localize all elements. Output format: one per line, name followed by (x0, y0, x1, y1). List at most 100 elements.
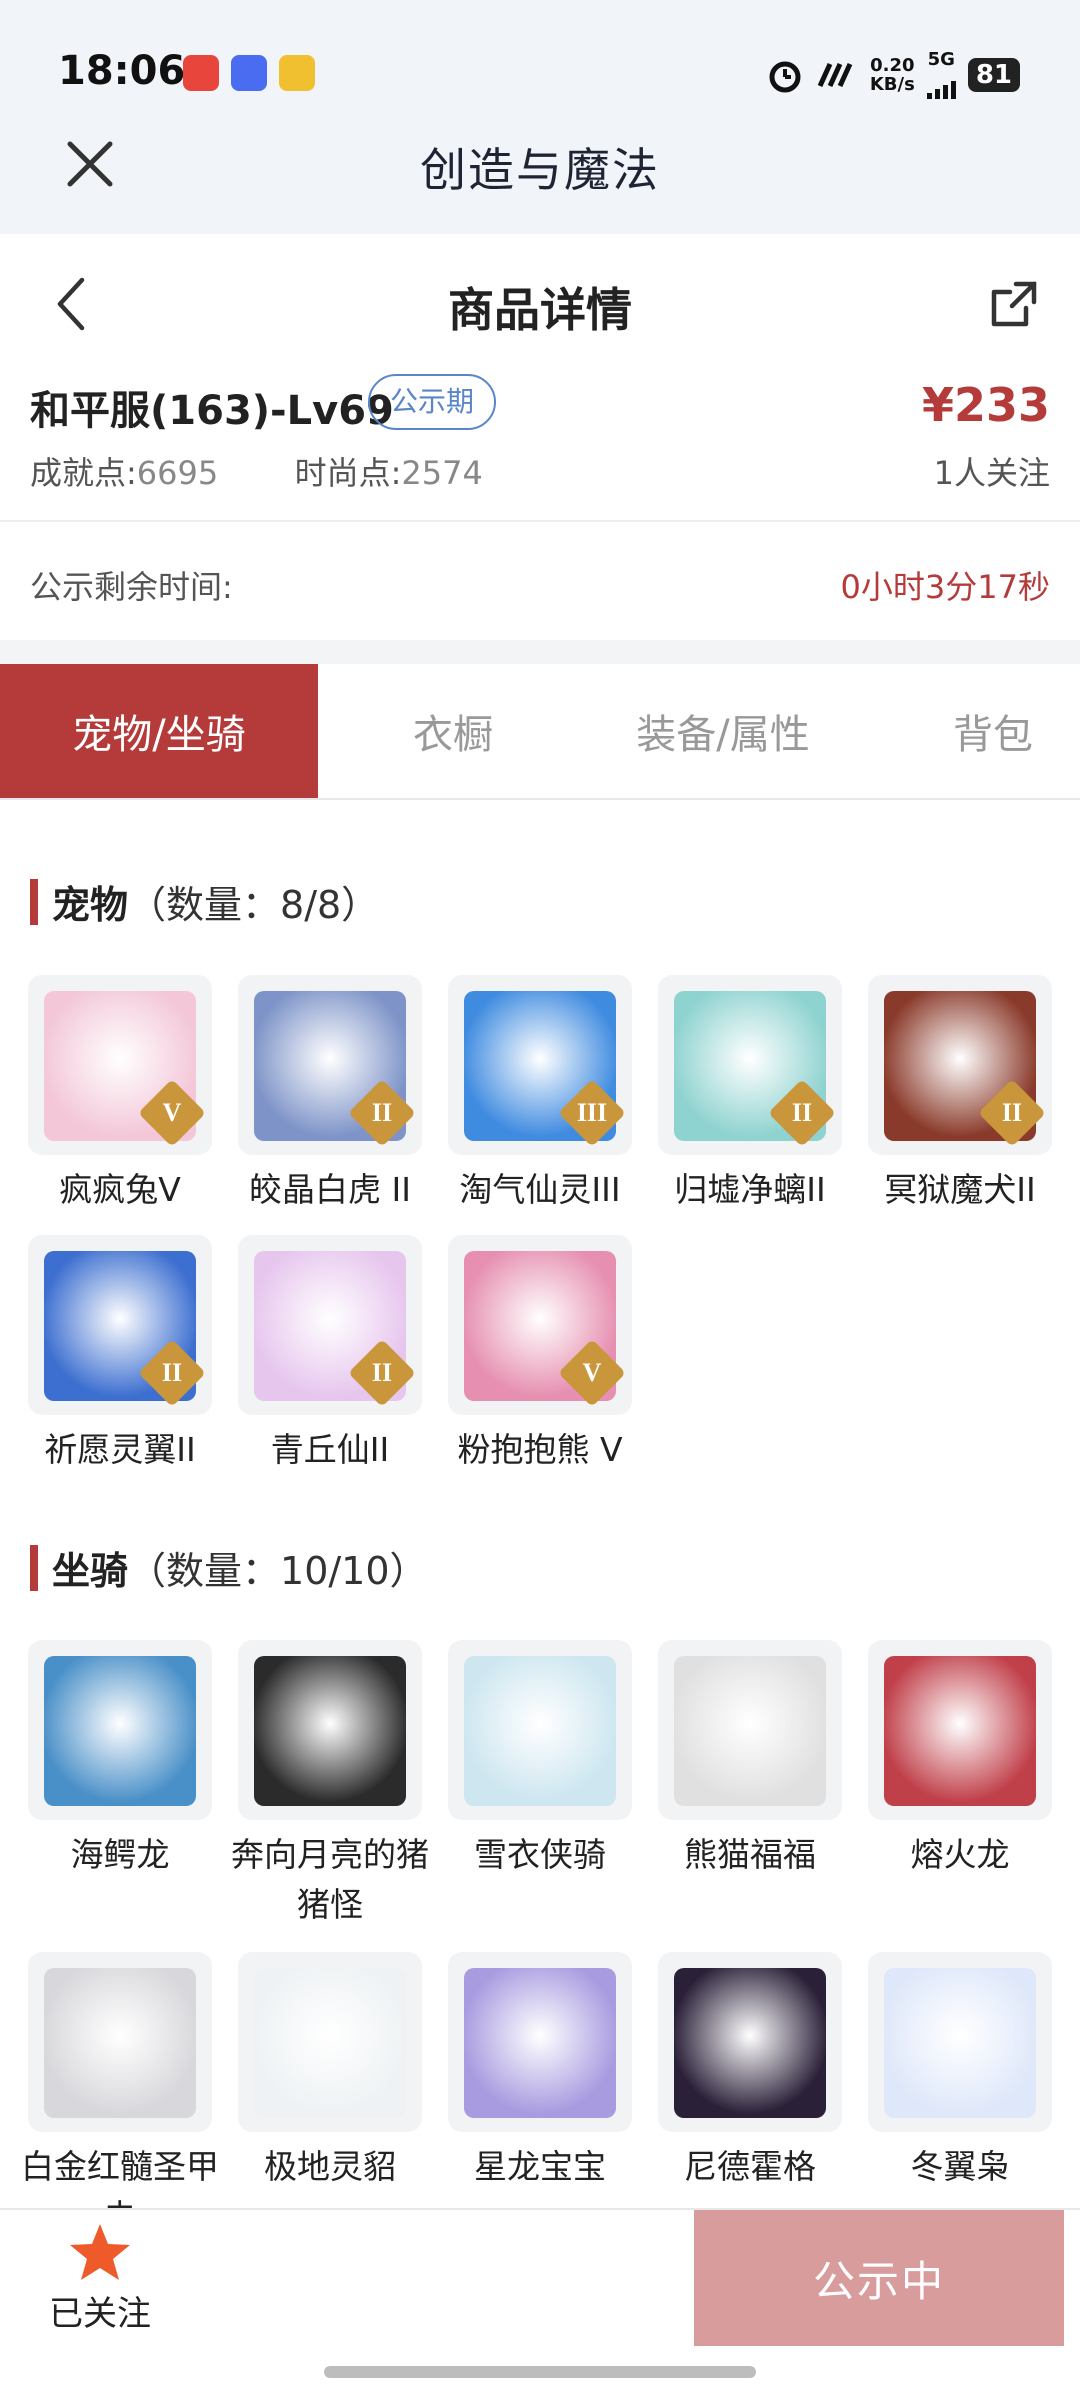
item-name: 粉抱抱熊 V (457, 1430, 623, 1469)
countdown-label: 公示剩余时间: (30, 568, 233, 606)
alarm-icon (769, 61, 801, 92)
mount-item[interactable]: 熔火龙 (868, 1640, 1052, 1880)
countdown-value: 0小时3分17秒 (840, 568, 1050, 606)
server-name: 和平服(163)-Lv69 (30, 388, 394, 434)
item-artwork (884, 1968, 1036, 2118)
rank-label: II (161, 1358, 183, 1387)
item-thumbnail (658, 1640, 842, 1820)
achievement-value: 6695 (136, 454, 219, 492)
achievement-label: 成就点: (30, 454, 137, 492)
pet-item[interactable]: III 淘气仙灵III (448, 975, 632, 1215)
tab-backpack[interactable]: 背包 (858, 664, 1080, 798)
mount-item[interactable]: 冬翼枭 (868, 1952, 1052, 2192)
network-type: 5G (926, 49, 956, 99)
item-name: 淘气仙灵III (459, 1170, 621, 1209)
item-thumbnail (448, 1952, 632, 2132)
rank-label: V (162, 1098, 182, 1127)
status-app-icons (183, 55, 315, 91)
product-stats: 成就点:6695 时尚点:2574 (30, 448, 483, 494)
home-indicator[interactable] (324, 2366, 756, 2378)
mount-item[interactable]: 星龙宝宝 (448, 1952, 632, 2192)
countdown-row: 公示剩余时间: 0小时3分17秒 (0, 524, 1080, 640)
pets-section-title: 宠物 （数量：8/8） (30, 874, 379, 929)
item-thumbnail: II (238, 975, 422, 1155)
pet-item[interactable]: II 归墟净螭II (658, 975, 842, 1215)
net-speed-unit: KB/s (869, 73, 915, 95)
mounts-title: 坐骑 (52, 1549, 129, 1593)
net-speed-value: 0.20 (870, 54, 915, 76)
status-time: 18:06 (58, 48, 186, 94)
item-thumbnail (28, 1952, 212, 2132)
item-name: 青丘仙II (270, 1430, 390, 1469)
item-name: 熔火龙 (910, 1835, 1010, 1874)
files-app-icon (279, 55, 315, 91)
item-name: 雪衣侠骑 (474, 1835, 606, 1874)
item-thumbnail (238, 1640, 422, 1820)
item-thumbnail: III (448, 975, 632, 1155)
item-name: 祈愿灵翼II (44, 1430, 196, 1469)
mount-item[interactable]: 熊猫福福 (658, 1640, 842, 1880)
net-speed: 0.20 KB/s (870, 56, 915, 94)
rank-label: II (1001, 1098, 1023, 1127)
pet-item[interactable]: II 冥狱魔犬II (868, 975, 1052, 1215)
item-thumbnail (658, 1952, 842, 2132)
item-name: 疯疯兔V (59, 1170, 181, 1209)
follow-button[interactable]: 已关注 (20, 2220, 180, 2340)
rank-label: II (371, 1358, 393, 1387)
mount-item[interactable]: 尼德霍格 (658, 1952, 842, 2192)
item-artwork (254, 1968, 406, 2118)
mount-item[interactable]: 白金红髓圣甲虫 (21, 1952, 219, 2242)
item-thumbnail: II (28, 1235, 212, 1415)
item-artwork (674, 1968, 826, 2118)
public-status-button[interactable]: 公示中 (694, 2210, 1064, 2346)
fashion-label: 时尚点: (294, 454, 402, 492)
top-area: 18:06 0.20 KB/s 5G 81 创造与魔法 (0, 0, 1080, 234)
tab-equipment[interactable]: 装备/属性 (588, 664, 858, 798)
vibrate-icon (817, 62, 853, 87)
share-icon[interactable] (986, 276, 1042, 332)
netease-app-icon (183, 55, 219, 91)
pet-item[interactable]: II 皎晶白虎 II (238, 975, 422, 1215)
item-thumbnail: II (238, 1235, 422, 1415)
rank-label: II (791, 1098, 813, 1127)
item-thumbnail: V (28, 975, 212, 1155)
pet-item[interactable]: II 祈愿灵翼II (28, 1235, 212, 1475)
mount-item[interactable]: 奔向月亮的猪猪怪 (231, 1640, 429, 1930)
mount-item[interactable]: 雪衣侠骑 (448, 1640, 632, 1880)
follow-label: 已关注 (49, 2294, 151, 2334)
item-artwork (464, 1968, 616, 2118)
rank-label: V (582, 1358, 602, 1387)
item-artwork (254, 1656, 406, 1806)
item-name: 皎晶白虎 II (249, 1170, 411, 1209)
pets-count: （数量：8/8） (128, 883, 380, 927)
rank-label: III (576, 1098, 608, 1127)
mount-item[interactable]: 海鳄龙 (28, 1640, 212, 1880)
bottom-bar: 已关注 公示中 (0, 2208, 1080, 2348)
item-name: 熊猫福福 (684, 1835, 816, 1874)
item-artwork (44, 1656, 196, 1806)
pet-item[interactable]: V 粉抱抱熊 V (448, 1235, 632, 1475)
mount-item[interactable]: 极地灵貂 (238, 1952, 422, 2192)
item-name: 海鳄龙 (70, 1835, 170, 1874)
item-thumbnail: V (448, 1235, 632, 1415)
page-header: 商品详情 (0, 234, 1080, 360)
pet-item[interactable]: V 疯疯兔V (28, 975, 212, 1215)
tab-pets-mounts[interactable]: 宠物/坐骑 (0, 664, 318, 798)
item-name: 冥狱魔犬II (884, 1170, 1036, 1209)
signal-icon (926, 69, 956, 99)
item-thumbnail (448, 1640, 632, 1820)
status-badge: 公示期 (368, 374, 497, 430)
network-label: 5G (927, 49, 955, 70)
tab-wardrobe[interactable]: 衣橱 (318, 664, 588, 798)
item-thumbnail: II (868, 975, 1052, 1155)
item-name: 极地灵貂 (264, 2147, 396, 2186)
divider (0, 640, 1080, 664)
pet-item[interactable]: II 青丘仙II (238, 1235, 422, 1475)
item-artwork (464, 1656, 616, 1806)
item-name: 尼德霍格 (684, 2147, 816, 2186)
item-thumbnail: II (658, 975, 842, 1155)
tab-bar: 宠物/坐骑 衣橱 装备/属性 背包 (0, 664, 1080, 800)
app-title: 创造与魔法 (420, 143, 660, 197)
fashion-value: 2574 (401, 454, 483, 492)
app-header: 创造与魔法 (0, 118, 1080, 234)
